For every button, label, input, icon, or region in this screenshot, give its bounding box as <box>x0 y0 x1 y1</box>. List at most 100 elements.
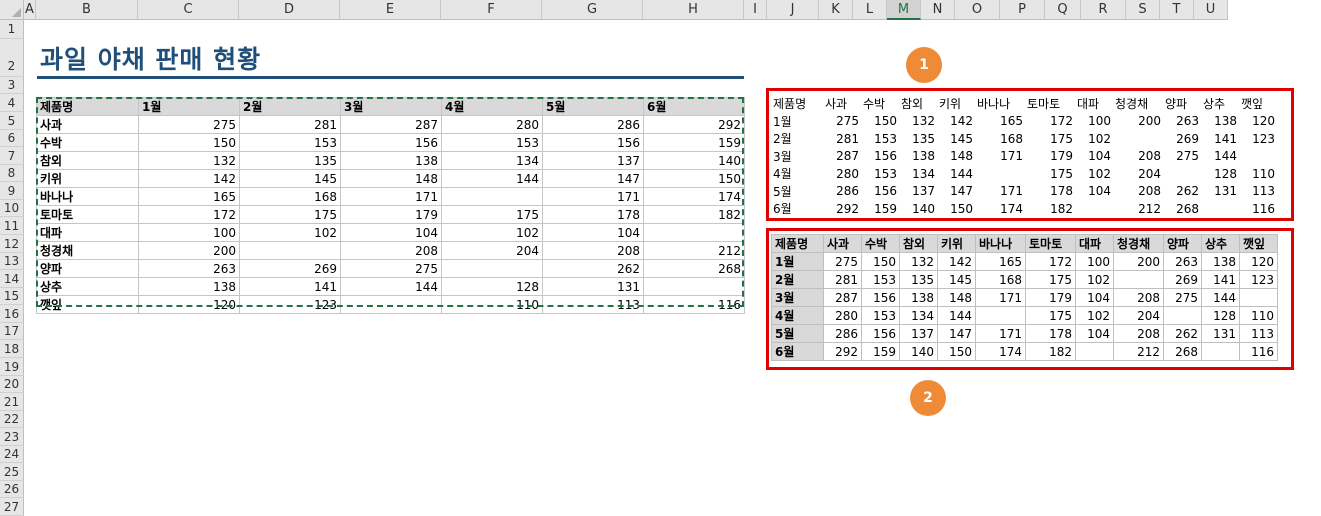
value-cell[interactable]: 102 <box>441 223 543 242</box>
value-cell[interactable] <box>1239 148 1277 166</box>
header-cell[interactable]: 상추 <box>1201 234 1240 253</box>
row-header-4[interactable]: 4 <box>0 94 24 112</box>
value-cell[interactable]: 174 <box>975 200 1025 218</box>
value-cell[interactable] <box>643 277 745 296</box>
value-cell[interactable]: 137 <box>542 151 644 170</box>
value-cell[interactable]: 182 <box>1025 200 1075 218</box>
column-header-J[interactable]: J <box>767 0 819 20</box>
month-cell[interactable]: 1월 <box>771 252 824 271</box>
value-cell[interactable]: 171 <box>542 187 644 206</box>
value-cell[interactable]: 208 <box>1113 148 1163 166</box>
value-cell[interactable]: 141 <box>239 277 341 296</box>
header-cell[interactable]: 토마토 <box>1025 95 1075 113</box>
row-header-7[interactable]: 7 <box>0 147 24 165</box>
header-cell[interactable]: 참외 <box>899 95 937 113</box>
header-cell[interactable]: 사과 <box>823 95 861 113</box>
column-header-E[interactable]: E <box>340 0 441 20</box>
row-header-17[interactable]: 17 <box>0 323 24 340</box>
value-cell[interactable]: 113 <box>542 295 644 314</box>
column-header-I[interactable]: I <box>744 0 767 20</box>
column-header-H[interactable]: H <box>643 0 744 20</box>
value-cell[interactable]: 156 <box>542 133 644 152</box>
value-cell[interactable]: 137 <box>899 324 938 343</box>
row-header-16[interactable]: 16 <box>0 305 24 323</box>
value-cell[interactable]: 281 <box>823 270 862 289</box>
value-cell[interactable]: 286 <box>823 183 861 201</box>
value-cell[interactable]: 208 <box>340 241 442 260</box>
value-cell[interactable]: 286 <box>823 324 862 343</box>
value-cell[interactable]: 281 <box>823 130 861 148</box>
value-cell[interactable]: 168 <box>975 270 1026 289</box>
value-cell[interactable] <box>975 165 1025 183</box>
value-cell[interactable]: 150 <box>937 342 976 361</box>
value-cell[interactable]: 104 <box>542 223 644 242</box>
row-header-12[interactable]: 12 <box>0 235 24 253</box>
column-header-T[interactable]: T <box>1160 0 1194 20</box>
product-name-cell[interactable]: 수박 <box>36 133 139 152</box>
header-cell[interactable]: 수박 <box>861 234 900 253</box>
value-cell[interactable]: 292 <box>643 115 745 134</box>
value-cell[interactable]: 156 <box>861 148 899 166</box>
value-cell[interactable]: 153 <box>861 306 900 325</box>
value-cell[interactable]: 172 <box>1025 252 1076 271</box>
value-cell[interactable]: 275 <box>1163 148 1201 166</box>
header-cell[interactable]: 1월 <box>138 97 240 116</box>
value-cell[interactable]: 144 <box>340 277 442 296</box>
value-cell[interactable]: 200 <box>1113 252 1164 271</box>
column-header-P[interactable]: P <box>1000 0 1045 20</box>
value-cell[interactable]: 134 <box>899 306 938 325</box>
value-cell[interactable] <box>441 259 543 278</box>
month-cell[interactable]: 3월 <box>771 288 824 307</box>
value-cell[interactable]: 113 <box>1239 324 1278 343</box>
product-name-cell[interactable]: 상추 <box>36 277 139 296</box>
row-header-5[interactable]: 5 <box>0 112 24 130</box>
value-cell[interactable]: 134 <box>899 165 937 183</box>
value-cell[interactable]: 280 <box>441 115 543 134</box>
value-cell[interactable]: 150 <box>861 113 899 131</box>
value-cell[interactable]: 212 <box>643 241 745 260</box>
value-cell[interactable]: 102 <box>239 223 341 242</box>
value-cell[interactable]: 148 <box>340 169 442 188</box>
value-cell[interactable]: 100 <box>1075 252 1114 271</box>
row-header-21[interactable]: 21 <box>0 393 24 411</box>
value-cell[interactable]: 292 <box>823 342 862 361</box>
column-header-U[interactable]: U <box>1194 0 1228 20</box>
value-cell[interactable]: 156 <box>861 324 900 343</box>
header-cell[interactable]: 참외 <box>899 234 938 253</box>
value-cell[interactable]: 104 <box>1075 148 1113 166</box>
column-header-C[interactable]: C <box>138 0 239 20</box>
value-cell[interactable]: 280 <box>823 165 861 183</box>
value-cell[interactable]: 182 <box>1025 342 1076 361</box>
value-cell[interactable]: 168 <box>975 130 1025 148</box>
value-cell[interactable] <box>1163 306 1202 325</box>
value-cell[interactable]: 150 <box>861 252 900 271</box>
product-name-cell[interactable]: 토마토 <box>36 205 139 224</box>
header-cell[interactable]: 양파 <box>1163 95 1201 113</box>
header-cell[interactable]: 대파 <box>1075 234 1114 253</box>
value-cell[interactable]: 150 <box>138 133 240 152</box>
value-cell[interactable] <box>1201 342 1240 361</box>
value-cell[interactable]: 123 <box>1239 270 1278 289</box>
value-cell[interactable]: 171 <box>975 324 1026 343</box>
value-cell[interactable]: 145 <box>937 130 975 148</box>
value-cell[interactable]: 204 <box>441 241 543 260</box>
value-cell[interactable]: 165 <box>975 113 1025 131</box>
value-cell[interactable]: 171 <box>975 148 1025 166</box>
column-header-L[interactable]: L <box>853 0 887 20</box>
select-all-corner[interactable] <box>0 0 24 20</box>
row-header-14[interactable]: 14 <box>0 270 24 288</box>
value-cell[interactable]: 175 <box>441 205 543 224</box>
value-cell[interactable]: 175 <box>1025 165 1075 183</box>
value-cell[interactable]: 131 <box>1201 324 1240 343</box>
value-cell[interactable]: 123 <box>1239 130 1277 148</box>
value-cell[interactable]: 281 <box>239 115 341 134</box>
value-cell[interactable]: 141 <box>1201 130 1239 148</box>
row-header-10[interactable]: 10 <box>0 200 24 217</box>
row-header-23[interactable]: 23 <box>0 428 24 446</box>
value-cell[interactable]: 120 <box>1239 113 1277 131</box>
row-header-1[interactable]: 1 <box>0 20 24 39</box>
value-cell[interactable]: 144 <box>1201 288 1240 307</box>
month-cell[interactable]: 2월 <box>771 270 824 289</box>
value-cell[interactable]: 138 <box>138 277 240 296</box>
value-cell[interactable]: 135 <box>899 270 938 289</box>
